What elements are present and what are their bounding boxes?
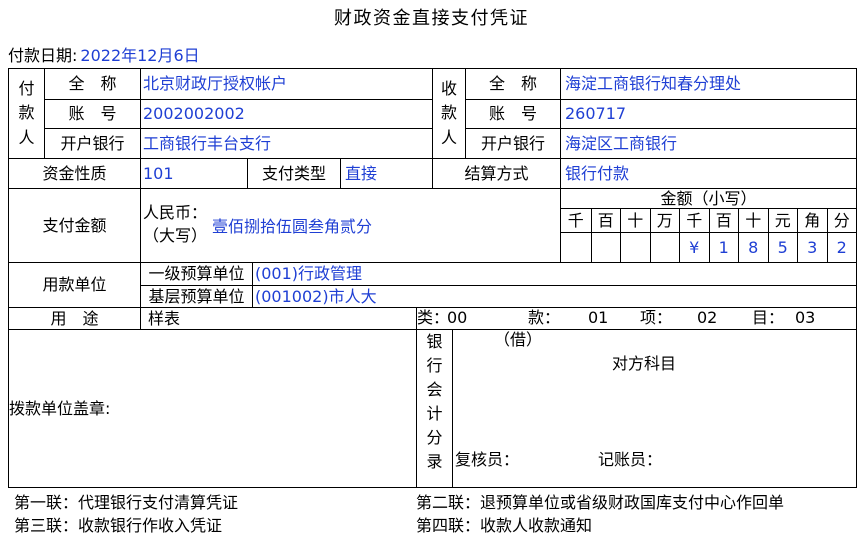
class-kuan-value: 01 <box>588 308 609 327</box>
payee-name-value: 海淀工商银行知春分理处 <box>560 68 857 100</box>
fund-nature-label: 资金性质 <box>8 158 141 189</box>
lowercase-amount-header: 金额（小写） <box>560 188 857 209</box>
amount-in-words: 壹佰捌拾伍圆叁角贰分 <box>212 217 373 236</box>
voucher-title: 财政资金直接支付凭证 <box>334 8 529 29</box>
payee-name-label: 全 称 <box>465 68 561 100</box>
base-budget-unit-label: 基层预算单位 <box>140 285 253 308</box>
digit-value-qian-wan <box>561 233 591 262</box>
purpose-label: 用 途 <box>8 307 141 330</box>
class-lei-value: 00 <box>447 308 468 327</box>
payment-date-value: 2022年12月6日 <box>80 46 200 65</box>
digit-value-jiao: 3 <box>797 233 827 262</box>
digit-header-shi: 十 <box>738 209 768 233</box>
digit-header-fen: 分 <box>826 209 856 233</box>
stamp-cell: 拨款单位盖章: <box>8 329 417 488</box>
digit-header-bai-wan: 百 <box>590 209 620 233</box>
digit-value-shi-wan <box>620 233 650 262</box>
bank-entry-side-cell: 银行会计分录 <box>416 329 453 488</box>
digit-header-qian: 千 <box>679 209 709 233</box>
settlement-method-label: 结算方式 <box>432 158 561 189</box>
payer-side-cell: 付款人 <box>8 68 45 159</box>
payment-date: 付款日期: 2022年12月6日 <box>8 46 200 66</box>
level1-budget-unit-value: (001)行政管理 <box>252 262 857 286</box>
payer-bank-value: 工商银行丰台支行 <box>140 128 433 159</box>
class-mu-value: 03 <box>795 308 816 327</box>
digit-header-bai: 百 <box>708 209 738 233</box>
payee-side-cell: 收款人 <box>432 68 466 159</box>
payer-name-value: 北京财政厅授权帐户 <box>140 68 433 100</box>
uppercase-label: （大写） <box>143 226 208 245</box>
payee-bank-label: 开户银行 <box>465 128 561 159</box>
using-unit-label: 用款单位 <box>8 262 141 308</box>
copy-note-1: 第一联：代理银行支付清算凭证 <box>14 493 239 512</box>
stamp-label: 拨款单位盖章: <box>9 398 111 418</box>
budget-classification-cell: 类： 00 款： 01 项： 02 目： 03 <box>416 307 857 330</box>
payee-side-label: 收款人 <box>440 78 457 147</box>
payer-account-label: 账 号 <box>44 99 141 129</box>
class-kuan-label: 款： <box>528 308 561 327</box>
payment-amount-label: 支付金额 <box>8 188 141 263</box>
digit-value-yuan: 5 <box>767 233 798 262</box>
digit-value-wan <box>649 233 680 262</box>
amount-in-words-cell: 人民币： （大写） 壹佰捌拾伍圆叁角贰分 <box>140 188 561 263</box>
digit-value-bai: 1 <box>708 233 739 262</box>
bookkeeper-label: 记账员： <box>598 450 663 469</box>
level1-budget-unit-label: 一级预算单位 <box>140 262 253 286</box>
settlement-method-value: 银行付款 <box>560 158 857 189</box>
class-xiang-value: 02 <box>697 308 718 327</box>
payee-account-value: 260717 <box>560 99 857 129</box>
digit-header-qian-wan: 千 <box>561 209 591 233</box>
payer-bank-label: 开户银行 <box>44 128 141 159</box>
digit-value-qian: ¥ <box>679 233 709 262</box>
payer-account-value: 2002002002 <box>140 99 433 129</box>
purpose-value: 样表 <box>140 307 417 330</box>
payer-side-label: 付款人 <box>18 78 35 147</box>
digit-value-bai-wan <box>590 233 621 262</box>
digit-value-shi: 8 <box>738 233 768 262</box>
digit-header-yuan: 元 <box>767 209 797 233</box>
copy-note-3: 第三联：收款银行作收入凭证 <box>14 516 223 535</box>
payer-name-label: 全 称 <box>44 68 141 100</box>
payment-type-value: 直接 <box>340 158 433 189</box>
digit-header-jiao: 角 <box>797 209 827 233</box>
base-budget-unit-value: (001002)市人大 <box>252 285 857 308</box>
payment-date-label: 付款日期: <box>8 46 78 65</box>
payee-bank-value: 海淀区工商银行 <box>560 128 857 159</box>
digit-value-fen: 2 <box>826 233 857 262</box>
payment-voucher: 财政资金直接支付凭证 付款日期: 2022年12月6日 付款人 全 称 北京财政厅… <box>0 0 863 539</box>
bank-entry-content-cell: （借） 对方科目 复核员： 记账员： <box>452 329 857 488</box>
class-xiang-label: 项： <box>640 308 673 327</box>
digit-header-shi-wan: 十 <box>620 209 650 233</box>
class-mu-label: 目： <box>752 308 785 327</box>
class-lei-label: 类： <box>417 308 450 327</box>
copy-note-2: 第二联：退预算单位或省级财政国库支付中心作回单 <box>416 493 785 512</box>
payee-account-label: 账 号 <box>465 99 561 129</box>
reviewer-label: 复核员： <box>455 450 520 469</box>
counter-account-label: 对方科目 <box>612 354 677 373</box>
bank-entry-side-label: 银行会计分录 <box>426 332 443 471</box>
rmb-label: 人民币： <box>143 203 208 222</box>
fund-nature-value: 101 <box>140 158 248 189</box>
payment-type-label: 支付类型 <box>247 158 341 189</box>
debit-label: （借） <box>494 330 543 349</box>
digit-header-wan: 万 <box>649 209 679 233</box>
amount-digit-grid: 千 百 十 万 千 百 十 元 角 分 ¥ 1 8 5 3 2 <box>560 208 857 263</box>
copy-note-4: 第四联：收款人收款通知 <box>416 516 593 535</box>
